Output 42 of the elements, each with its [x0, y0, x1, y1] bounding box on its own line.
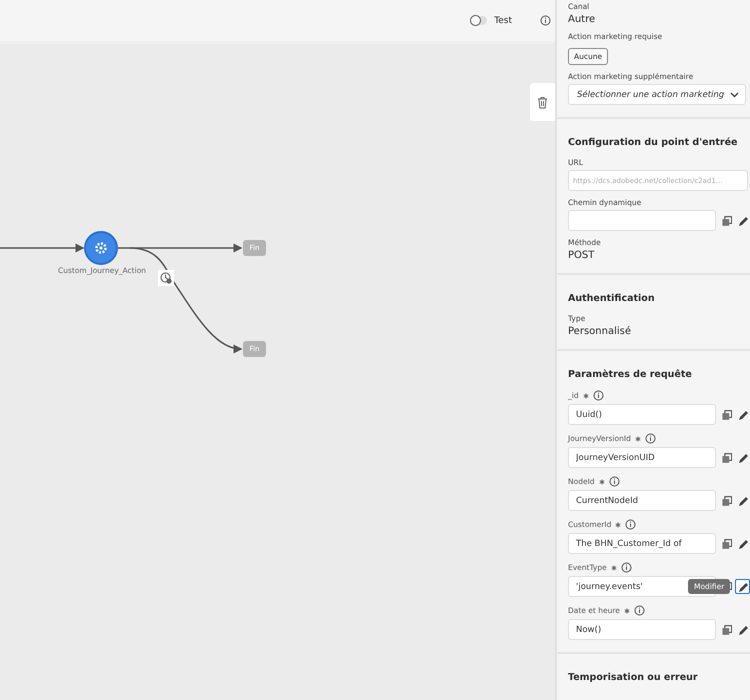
pencil-icon: [736, 580, 749, 592]
gear-icon: [93, 240, 109, 256]
chevron-down-icon: [730, 92, 739, 98]
copy-icon[interactable]: [720, 494, 732, 506]
section-title: Configuration du point d'entrée: [568, 137, 738, 148]
info-icon[interactable]: [620, 562, 632, 573]
toggle-label: Test: [494, 16, 512, 26]
edit-button[interactable]: [735, 579, 750, 594]
pencil-icon: [736, 624, 749, 636]
copy-icon[interactable]: [720, 624, 732, 636]
pencil-icon: [736, 214, 749, 226]
timer-icon[interactable]: [158, 270, 174, 286]
field-value: Autre: [568, 14, 596, 25]
copy-icon[interactable]: [720, 214, 732, 226]
input-field[interactable]: Now(): [568, 619, 716, 640]
copy-icon[interactable]: [720, 452, 732, 464]
copy-icon[interactable]: [720, 538, 732, 550]
section-title: Temporisation ou erreur: [568, 672, 699, 683]
input-field[interactable]: CurrentNodeId: [568, 490, 716, 511]
trash-icon: [537, 96, 548, 108]
info-icon[interactable]: [592, 390, 604, 401]
input-field[interactable]: [568, 210, 716, 231]
info-icon[interactable]: [644, 433, 656, 444]
input-field[interactable]: Uuid(): [568, 404, 716, 425]
copy-icon[interactable]: [720, 408, 732, 420]
section-title: Paramètres de requête: [568, 369, 693, 380]
marketing-action-dropdown[interactable]: Sélectionner une action marketing: [568, 84, 746, 105]
info-icon[interactable]: [634, 605, 645, 616]
input-field[interactable]: The BHN_Customer_Id of: [568, 533, 716, 554]
section-title: Authentification: [568, 293, 656, 304]
delete-button[interactable]: [530, 83, 555, 121]
info-icon[interactable]: [625, 519, 636, 530]
info-icon[interactable]: [540, 15, 551, 26]
info-icon[interactable]: [608, 476, 620, 487]
field-value: POST: [568, 250, 596, 261]
test-toggle[interactable]: [470, 16, 488, 25]
pencil-icon: [736, 408, 749, 420]
field-value: Personnalisé: [568, 326, 632, 337]
pencil-icon: [736, 452, 749, 464]
action-node[interactable]: [84, 231, 118, 265]
pencil-icon: [736, 538, 749, 550]
pencil-icon: [736, 494, 749, 506]
